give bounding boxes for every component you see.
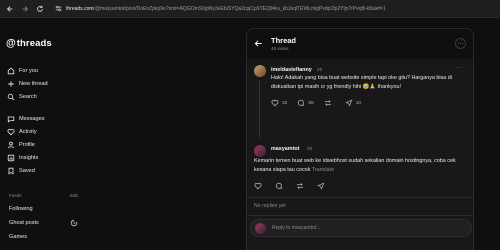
no-replies-text: No replies yet: [254, 203, 286, 209]
threads-logo[interactable]: @ threads: [6, 38, 52, 49]
plus-icon: [8, 81, 14, 87]
divider: [247, 197, 473, 198]
url-path: /@masyamtot/post/DoEnZpkp9e?xmt=AQGOmS0g…: [93, 5, 386, 12]
post-username[interactable]: masyamtot: [271, 146, 299, 152]
scrollbar[interactable]: [492, 18, 500, 250]
feed-item-ghost-posts[interactable]: Ghost posts: [9, 220, 39, 226]
share-button[interactable]: [317, 182, 328, 190]
comment-icon: [275, 182, 283, 189]
avatar: [255, 223, 266, 234]
messages-icon: [7, 116, 15, 123]
reply-placeholder: Reply to masyamtot...: [272, 225, 321, 231]
sidebar-item-activity[interactable]: Activity: [7, 127, 37, 137]
back-icon[interactable]: [5, 4, 15, 14]
logo-text: threads: [16, 38, 52, 49]
sidebar-item-label: Search: [19, 94, 37, 100]
post-more-icon[interactable]: ···: [455, 65, 463, 71]
views-count: 46 views: [271, 46, 289, 51]
edit-feeds-link[interactable]: Edit: [70, 193, 78, 198]
sidebar-item-insights[interactable]: Insights: [7, 153, 38, 163]
site-info-icon[interactable]: [55, 5, 62, 12]
sidebar-item-label: For you: [19, 68, 38, 74]
repost-icon: [324, 100, 331, 106]
bookmark-icon: [8, 167, 14, 175]
url-host: threads.com: [66, 5, 94, 12]
thread-panel: Thread 46 views ··· imeldastefianny 2h ·…: [246, 28, 474, 250]
share-button[interactable]: 10: [344, 99, 362, 107]
profile-icon: [8, 141, 14, 149]
comment-button[interactable]: 59: [297, 99, 314, 107]
avatar[interactable]: [254, 65, 266, 77]
reply-input[interactable]: Reply to masyamtot...: [250, 219, 472, 237]
feed-item-games[interactable]: Games: [9, 234, 27, 240]
like-button[interactable]: 32: [271, 99, 287, 107]
sidebar-item-label: Saved: [19, 168, 35, 174]
post-text-line-2: kesana siapa tau cocok Translate: [254, 166, 472, 175]
clock-icon: [70, 219, 78, 227]
reload-icon[interactable]: [35, 4, 45, 14]
post-text-line: diskusikan tpi masih cr yg friendly hihi…: [271, 84, 401, 90]
post-actions: [254, 182, 338, 190]
sidebar-item-new-thread[interactable]: New thread: [7, 79, 48, 89]
like-count: 32: [282, 100, 288, 106]
comment-count: 59: [308, 100, 314, 106]
thread-header: Thread 46 views ···: [247, 29, 473, 59]
share-icon: [317, 182, 325, 190]
divider: [247, 215, 473, 216]
thread-connector-line: [259, 80, 260, 138]
post-time: 2h: [307, 146, 313, 152]
back-arrow-icon[interactable]: [254, 39, 263, 48]
more-options-icon[interactable]: ···: [455, 38, 466, 49]
post-text: kesana siapa tau cocok: [254, 167, 311, 173]
repost-button[interactable]: [324, 99, 335, 107]
sidebar-item-label: Messages: [19, 116, 45, 122]
translate-link[interactable]: Translate: [312, 167, 334, 173]
post-username[interactable]: imeldastefianny: [271, 67, 312, 73]
insights-icon: [7, 154, 15, 162]
comment-button[interactable]: [275, 182, 286, 190]
sidebar-item-label: Insights: [19, 155, 39, 161]
sidebar-item-label: New thread: [19, 81, 48, 87]
post-text-line: Halo! Adakah yang bisa buat website simp…: [271, 75, 452, 81]
avatar[interactable]: [254, 145, 266, 157]
browser-toolbar: threads.com/@masyamtot/post/DoEnZpkp9e?x…: [0, 0, 500, 18]
feed-item-following[interactable]: Following: [9, 206, 33, 212]
sidebar-item-for-you[interactable]: For you: [7, 66, 38, 76]
like-button[interactable]: [254, 182, 265, 190]
comment-icon: [298, 99, 305, 106]
home-icon: [7, 67, 15, 75]
post-actions: 32 59 10: [271, 99, 371, 107]
page-title: Thread: [271, 36, 297, 45]
sidebar-item-profile[interactable]: Profile: [7, 140, 35, 150]
feeds-section-title: Feeds: [9, 193, 22, 198]
left-sidebar: @ threads For you New thread Search Mess…: [0, 18, 95, 250]
address-bar[interactable]: threads.com/@masyamtot/post/DoEnZpkp9e?x…: [66, 6, 386, 12]
repost-icon: [297, 183, 303, 189]
sidebar-item-label: Profile: [19, 142, 35, 148]
heart-icon: [7, 128, 15, 136]
search-icon: [7, 93, 15, 101]
threads-logo-icon: @: [6, 37, 16, 49]
sidebar-item-messages[interactable]: Messages: [7, 114, 45, 124]
post-text-line: Kemarin temen buat web ke idwebhost suda…: [254, 158, 456, 164]
sidebar-item-label: Activity: [19, 129, 37, 135]
share-icon: [344, 99, 353, 107]
heart-icon: [254, 182, 262, 190]
repost-button[interactable]: [296, 182, 307, 190]
heart-icon: [271, 99, 279, 107]
share-count: 10: [355, 100, 362, 106]
post-time: 2h: [317, 67, 323, 73]
sidebar-item-search[interactable]: Search: [7, 92, 37, 102]
sidebar-item-saved[interactable]: Saved: [7, 166, 35, 176]
forward-icon[interactable]: [20, 4, 30, 14]
